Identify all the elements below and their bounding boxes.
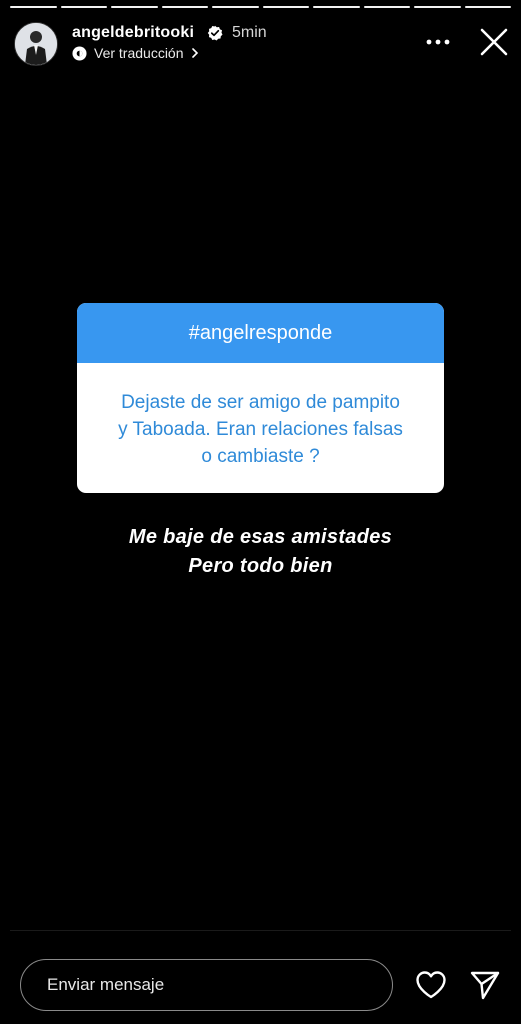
answer-text: Me baje de esas amistades Pero todo bien: [0, 523, 521, 581]
answer-line: Pero todo bien: [188, 555, 333, 577]
more-options-icon: [426, 39, 450, 45]
progress-segment: [161, 6, 208, 8]
progress-segment: [212, 6, 259, 8]
question-line: y Taboada. Eran relaciones falsas: [118, 419, 403, 440]
close-icon[interactable]: [477, 25, 511, 59]
progress-segment: [111, 6, 158, 8]
post-time: 5min: [232, 24, 267, 41]
story-progress-bar: [10, 6, 511, 8]
verified-badge-icon: [207, 25, 223, 41]
progress-segment: [363, 6, 410, 8]
story-header: angeldebritooki 5min Ver traducción: [14, 20, 511, 68]
chevron-right-icon: [191, 48, 198, 58]
question-sticker: #angelresponde Dejaste de ser amigo de p…: [77, 303, 444, 493]
more-options-button[interactable]: [425, 32, 451, 52]
progress-segment: [60, 6, 107, 8]
footer-divider: [10, 930, 511, 931]
username[interactable]: angeldebritooki: [72, 24, 194, 42]
heart-icon[interactable]: [415, 970, 447, 1000]
translate-link[interactable]: Ver traducción: [72, 45, 200, 61]
avatar[interactable]: [14, 22, 58, 66]
profile-photo: [15, 23, 57, 65]
send-icon[interactable]: [469, 969, 501, 1001]
question-sticker-header: #angelresponde: [77, 303, 444, 363]
translate-label: Ver traducción: [94, 45, 184, 61]
progress-segment: [313, 6, 360, 8]
progress-segment: [10, 6, 57, 8]
question-line: o cambiaste ?: [201, 446, 320, 467]
progress-segment: [464, 6, 511, 8]
message-input[interactable]: [20, 959, 393, 1011]
answer-line: Me baje de esas amistades: [128, 526, 393, 548]
translate-icon: [72, 45, 87, 61]
progress-segment: [262, 6, 309, 8]
progress-segment: [414, 6, 461, 8]
question-text: Dejaste de ser amigo de pampito y Taboad…: [77, 363, 444, 470]
question-line: Dejaste de ser amigo de pampito: [121, 392, 400, 413]
